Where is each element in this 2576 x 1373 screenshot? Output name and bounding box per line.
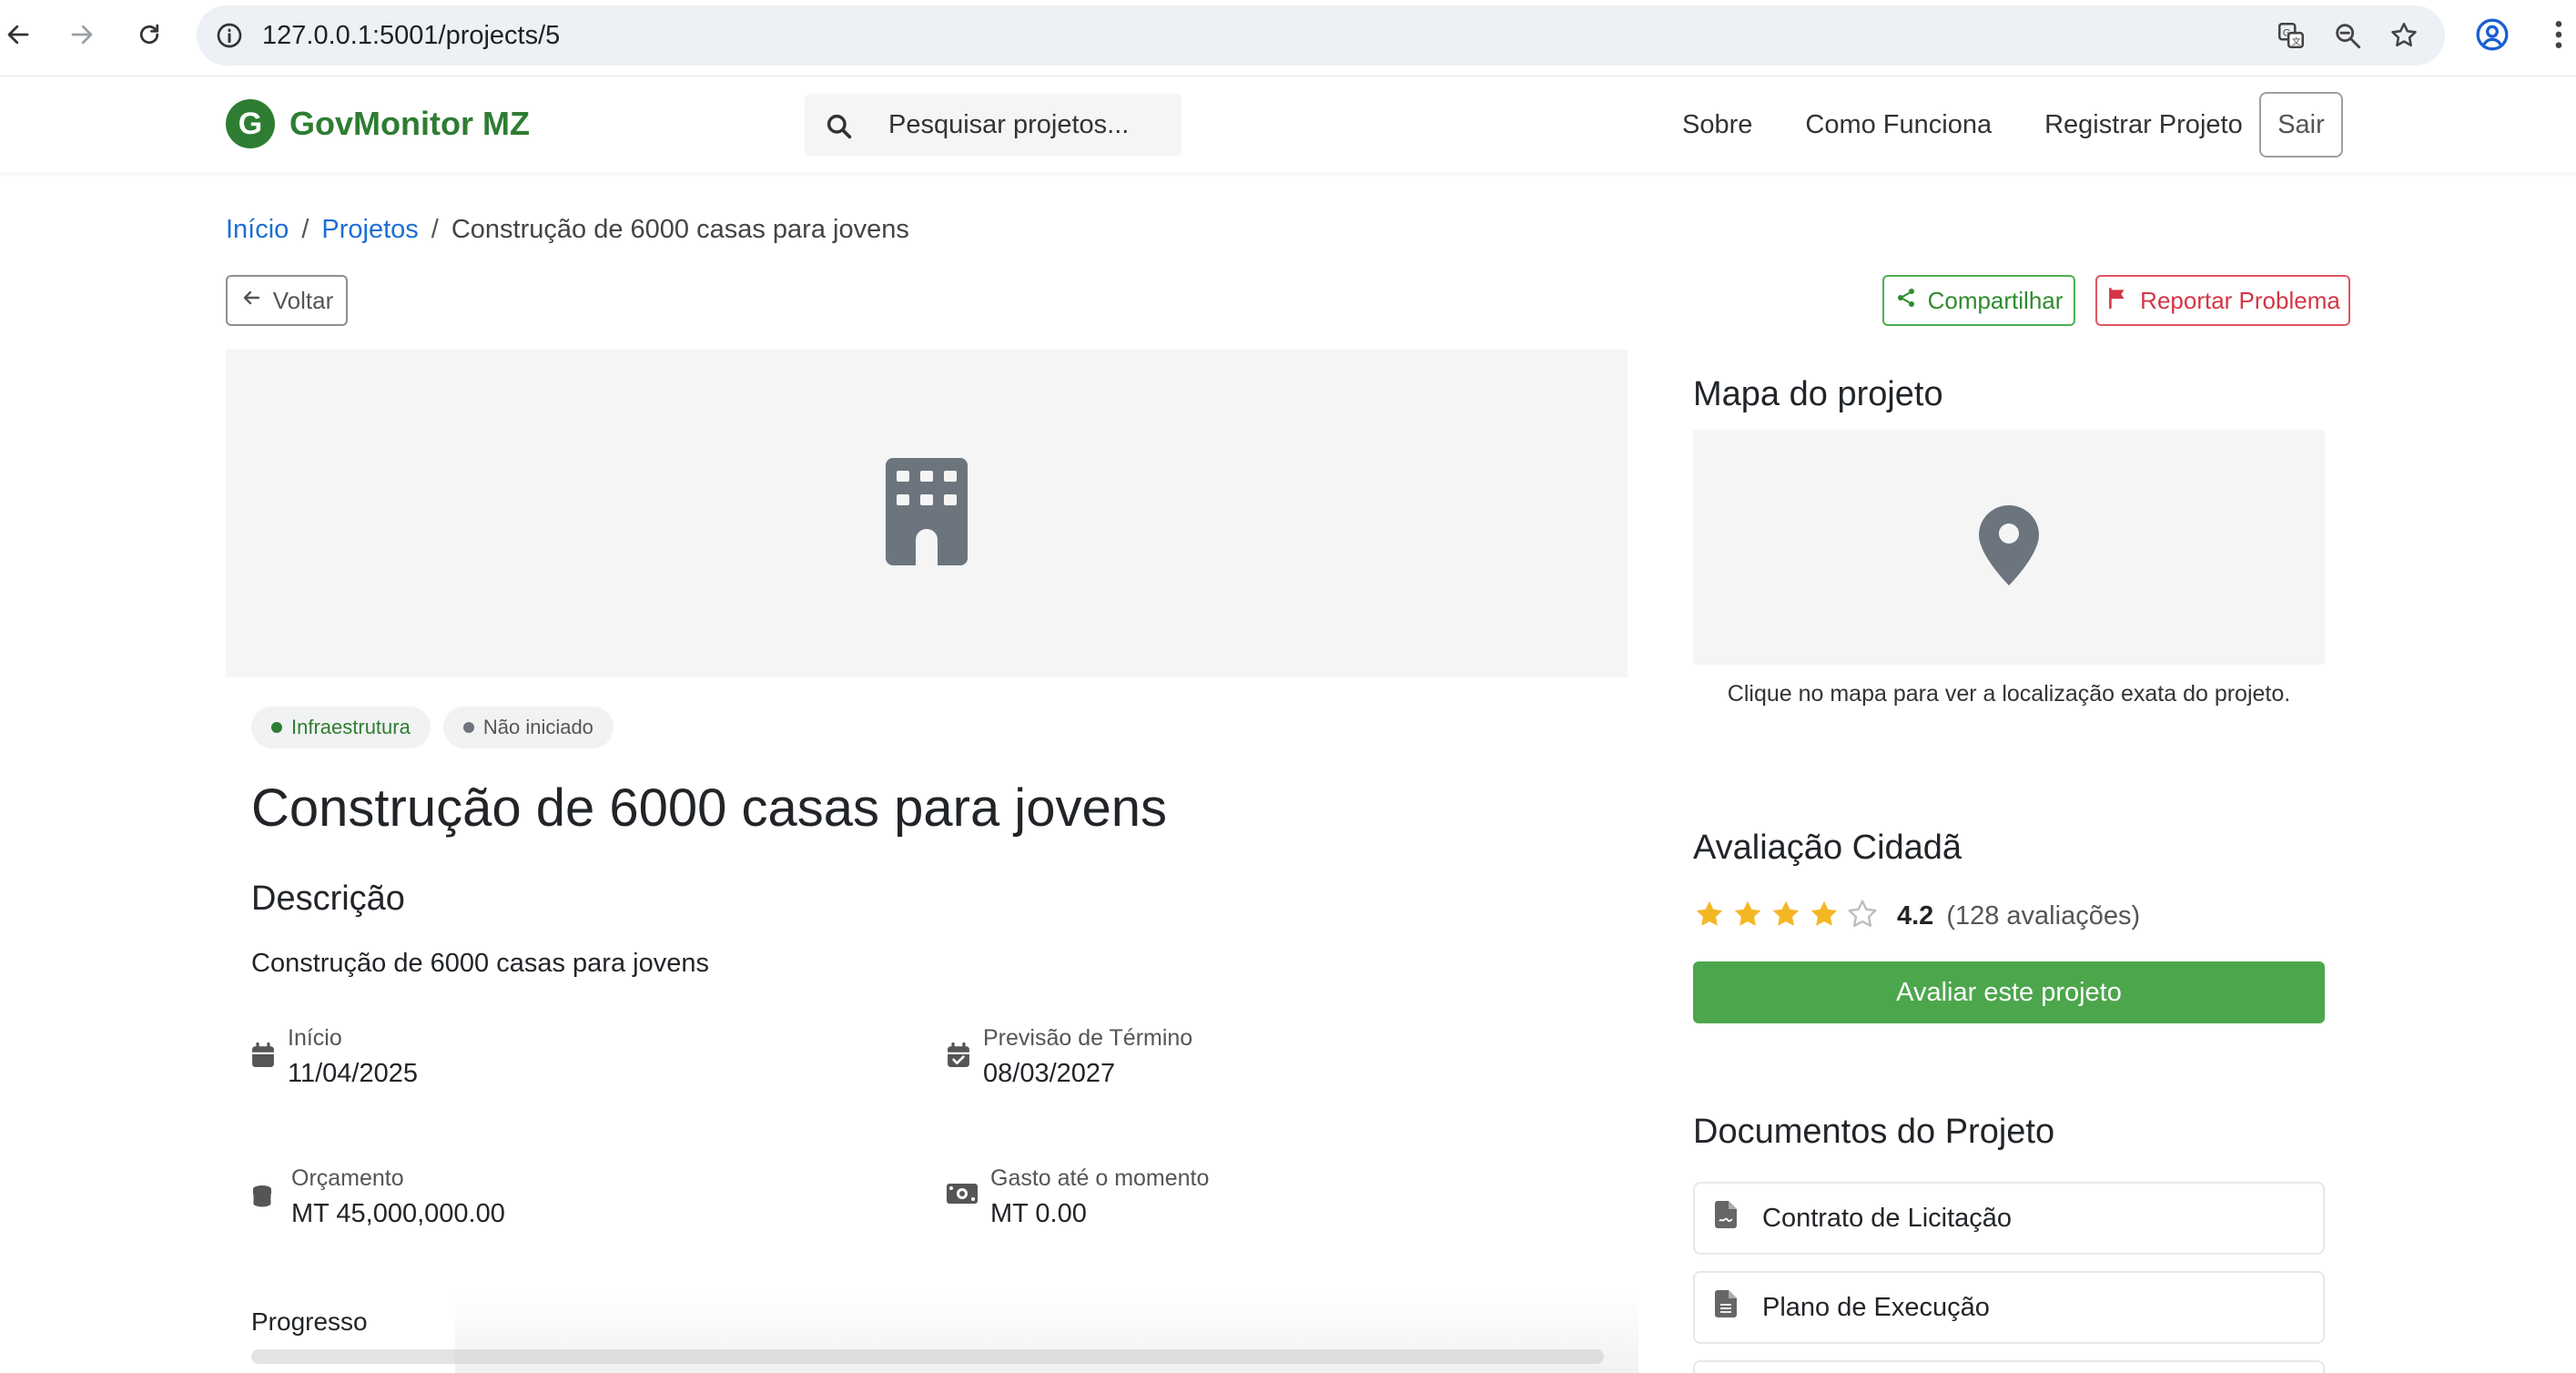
status-label: Não iniciado [482, 716, 593, 738]
breadcrumb-separator: / [431, 215, 439, 244]
zoom-icon[interactable] [2332, 20, 2363, 56]
rating-score: 4.2 [1897, 901, 1934, 931]
nav-link-sobre[interactable]: Sobre [1682, 110, 1752, 140]
arrow-left-icon [240, 287, 262, 315]
status-dot [462, 722, 474, 733]
project-title: Construção de 6000 casas para jovens [251, 778, 1167, 838]
brand-name: GovMonitor MZ [289, 105, 530, 142]
end-date-label: Previsão de Término [983, 1025, 1193, 1051]
address-bar[interactable]: 127.0.0.1:5001/projects/5 G文 [197, 5, 2445, 66]
search-input[interactable] [888, 107, 1161, 143]
category-badge: Infraestrutura [251, 707, 431, 748]
nav-link-como-funciona[interactable]: Como Funciona [1805, 110, 1992, 140]
coins-icon [251, 1182, 279, 1229]
building-icon [886, 457, 968, 570]
progress-bar [251, 1349, 1604, 1364]
calendar-check-icon [947, 1042, 970, 1089]
share-button[interactable]: Compartilhar [1882, 275, 2075, 326]
translate-icon[interactable]: G文 [2276, 20, 2307, 56]
search-box [805, 94, 1182, 156]
flag-icon [2105, 286, 2129, 316]
brand-logo: G [226, 99, 275, 148]
document-item[interactable]: Contrato de Licitação [1693, 1182, 2325, 1255]
reload-icon[interactable] [131, 16, 167, 53]
end-date-value: 08/03/2027 [983, 1059, 1116, 1088]
description-text: Construção de 6000 casas para jovens [251, 949, 709, 978]
rating-count: (128 avaliações) [1946, 901, 2141, 931]
budget-label: Orçamento [291, 1165, 404, 1191]
bookmark-star-icon[interactable] [2388, 20, 2419, 56]
progress-label: Progresso [251, 1307, 368, 1336]
breadcrumb-separator: / [301, 215, 309, 244]
file-text-icon [1715, 1290, 1737, 1325]
url-text[interactable]: 127.0.0.1:5001/projects/5 [262, 21, 560, 51]
search-icon [825, 112, 854, 146]
description-heading: Descrição [251, 880, 405, 918]
report-problem-button[interactable]: Reportar Problema [2095, 275, 2350, 326]
spent-value: MT 0.00 [990, 1199, 1087, 1228]
documents-heading: Documentos do Projeto [1693, 1113, 2055, 1151]
start-date-value: 11/04/2025 [288, 1059, 418, 1088]
breadcrumb-current: Construção de 6000 casas para jovens [451, 215, 909, 244]
breadcrumb: Início / Projetos / Construção de 6000 c… [226, 215, 909, 245]
star-filled-icon [1770, 898, 1802, 935]
start-date-label: Início [288, 1025, 342, 1051]
status-badge: Não iniciado [442, 707, 614, 748]
project-tags: Infraestrutura Não iniciado [251, 707, 614, 748]
brand-link[interactable]: G GovMonitor MZ [226, 99, 530, 148]
project-map[interactable] [1693, 430, 2325, 665]
map-hint: Clique no mapa para ver a localização ex… [1727, 681, 2291, 707]
back-arrow-icon[interactable] [0, 16, 36, 53]
share-button-label: Compartilhar [1927, 286, 2064, 314]
calendar-icon [251, 1042, 275, 1089]
project-image-placeholder [226, 350, 1628, 677]
nav-link-registrar-projeto[interactable]: Registrar Projeto [2044, 110, 2243, 140]
rate-project-button[interactable]: Avaliar este projeto [1693, 961, 2325, 1023]
budget-value: MT 45,000,000.00 [291, 1199, 505, 1228]
back-button[interactable]: Voltar [226, 275, 348, 326]
document-title: Contrato de Licitação [1762, 1203, 2013, 1233]
document-item[interactable] [1693, 1360, 2325, 1373]
star-filled-icon [1731, 898, 1764, 935]
map-pin-icon [1979, 504, 2039, 590]
menu-dots-icon[interactable] [2545, 16, 2572, 57]
file-contract-icon [1715, 1201, 1737, 1236]
rating-stars [1693, 898, 1879, 935]
category-label: Infraestrutura [291, 716, 411, 738]
forward-arrow-icon[interactable] [64, 16, 100, 53]
browser-toolbar: 127.0.0.1:5001/projects/5 G文 [0, 0, 2576, 76]
start-date-info: Início 11/04/2025 [251, 1025, 418, 1089]
star-empty-icon [1846, 898, 1879, 935]
rating-heading: Avaliação Cidadã [1693, 829, 1962, 867]
breadcrumb-home[interactable]: Início [226, 215, 289, 245]
back-button-label: Voltar [272, 286, 334, 314]
map-heading: Mapa do projeto [1693, 375, 1943, 413]
star-filled-icon [1693, 898, 1726, 935]
budget-info: Orçamento MT 45,000,000.00 [251, 1165, 505, 1229]
profile-icon[interactable] [2474, 16, 2510, 57]
site-info-icon[interactable] [215, 21, 244, 55]
spent-label: Gasto até o momento [990, 1165, 1210, 1191]
category-dot [271, 722, 282, 733]
spent-info: Gasto até o momento MT 0.00 [947, 1165, 1209, 1229]
document-item[interactable]: Plano de Execução [1693, 1271, 2325, 1344]
breadcrumb-projects[interactable]: Projetos [321, 215, 418, 245]
site-header: G GovMonitor MZ Sobre Como Funciona Regi… [0, 77, 2576, 172]
money-bill-icon [947, 1182, 978, 1229]
report-button-label: Reportar Problema [2140, 286, 2340, 314]
share-icon [1895, 287, 1917, 315]
rating-summary: 4.2 (128 avaliações) [1693, 898, 2140, 935]
document-title: Plano de Execução [1762, 1292, 1990, 1322]
star-filled-icon [1808, 898, 1841, 935]
end-date-info: Previsão de Término 08/03/2027 [947, 1025, 1192, 1089]
svg-text:文: 文 [2292, 36, 2301, 47]
logout-button[interactable]: Sair [2259, 92, 2343, 158]
